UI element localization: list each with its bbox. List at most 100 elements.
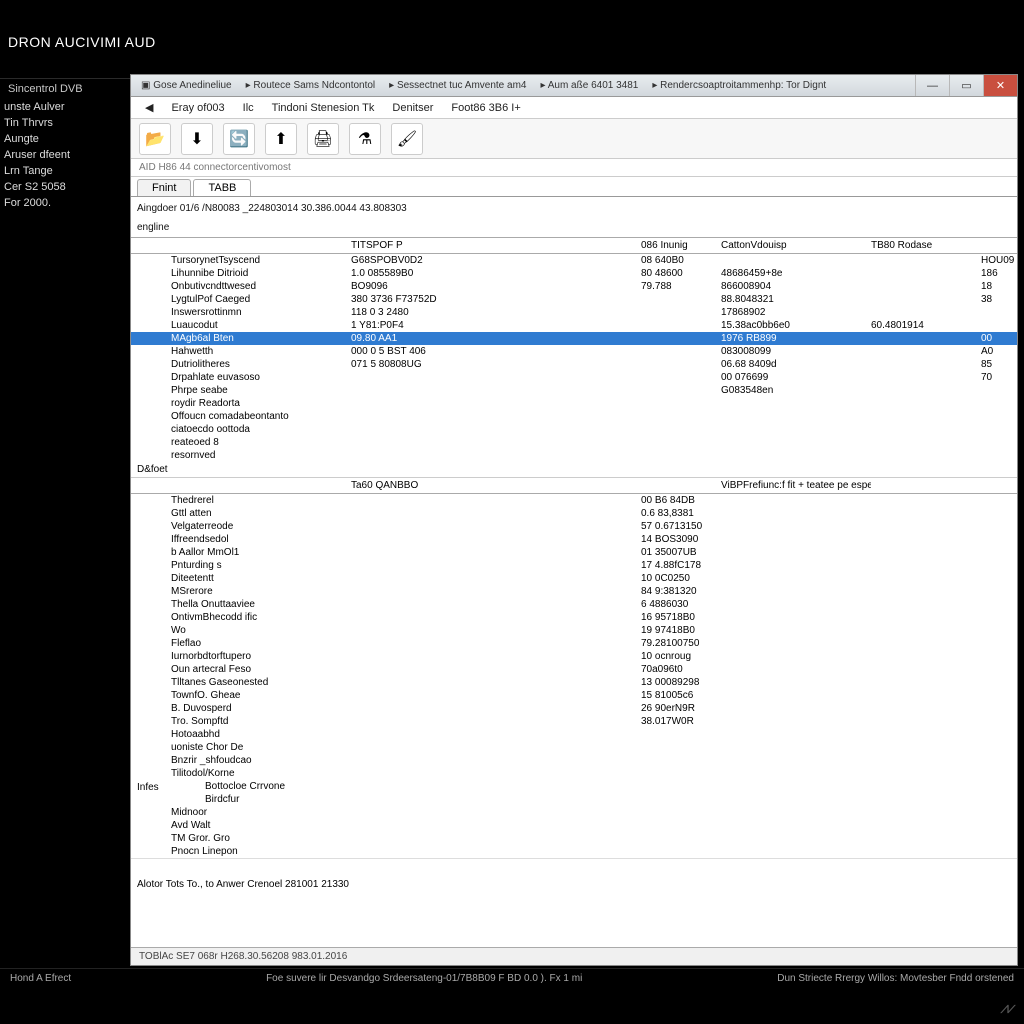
table-row[interactable]: Inswersrottinmn118 0 3 248017868902FERAL… — [131, 306, 1017, 319]
cell — [351, 650, 641, 663]
convert-icon[interactable]: 🔄 — [223, 123, 255, 155]
table-row[interactable]: OnbutivcndttwesedBO909679.78886600890418 — [131, 280, 1017, 293]
sidebar-item[interactable]: Tin Thrvrs — [0, 115, 130, 131]
cell — [351, 754, 641, 767]
sidebar-item[interactable]: Lrn Tange — [0, 163, 130, 179]
cell — [871, 637, 981, 650]
table-row[interactable]: Fleflao79.28100750 — [131, 637, 1017, 650]
menu-item[interactable]: Eray of003 — [163, 100, 232, 116]
back-icon[interactable]: ◀ — [137, 99, 161, 116]
sidebar-item[interactable]: Cer S2 5058 — [0, 179, 130, 195]
menubar: ◀Eray of003IlcTindoni Stenesion TkDenits… — [131, 97, 1017, 119]
column-header[interactable]: 086 Inunig — [641, 240, 721, 251]
table-row[interactable]: MAgb6al Bten09.80 AA11976 RB89900 — [131, 332, 1017, 345]
breadcrumb[interactable]: ▸ Sessectnet tuc Amvente am4 — [385, 80, 530, 91]
table-row[interactable]: Hahwetth000 0 5 BST 406083008099A0045 S8… — [131, 345, 1017, 358]
table-row[interactable]: Birdcfur — [165, 793, 1017, 806]
table-row[interactable]: Velgaterreode57 0.6713150 — [131, 520, 1017, 533]
cell — [871, 559, 981, 572]
breadcrumb[interactable]: ▸ Routece Sams Ndcontontol — [242, 80, 380, 91]
table-row[interactable]: B. Duvosperd26 90erN9R — [131, 702, 1017, 715]
table-row[interactable]: Tro. Sompftd38.017W0R — [131, 715, 1017, 728]
table-row[interactable]: Lihunnibe Ditrioid1.0 085589B080 4860048… — [131, 267, 1017, 280]
cell — [721, 507, 871, 520]
table-row[interactable]: ciatoecdo oottoda — [131, 423, 1017, 436]
tab-tabb[interactable]: TABB — [193, 179, 251, 196]
minimize-button[interactable]: — — [915, 75, 949, 96]
table-row[interactable]: Oun artecral Feso70a096t0 — [131, 663, 1017, 676]
table-row[interactable]: Hotoaabhd — [131, 728, 1017, 741]
cell — [981, 663, 1017, 676]
cell: MSrerore — [171, 585, 351, 598]
table-row[interactable]: Luaucodut1 Y81:P0F415.38ac0bb6e060.48019… — [131, 319, 1017, 332]
table-row[interactable]: TownfO. Gheae15 81005c6 — [131, 689, 1017, 702]
open-icon[interactable]: 📂 — [139, 123, 171, 155]
cell — [981, 585, 1017, 598]
table-row[interactable]: reateoed 8 — [131, 436, 1017, 449]
taskbar: Hond A Efrect Foe suvere lir Desvandgo S… — [0, 968, 1024, 988]
table-row[interactable]: Dutriolitheres071 5 80808UG06.68 8409d85 — [131, 358, 1017, 371]
import-icon[interactable]: ⬇ — [181, 123, 213, 155]
column-header[interactable]: TITSPOF P — [351, 240, 641, 251]
cell — [351, 572, 641, 585]
table-row[interactable]: Gttl atten0.6 83,838139(2029 erst11ifcli — [131, 507, 1017, 520]
column-header[interactable] — [171, 240, 351, 251]
table-row[interactable]: Tilitodol/Korne — [131, 767, 1017, 780]
table-row[interactable]: Tlltanes Gaseonested13 00089298 — [131, 676, 1017, 689]
table-row[interactable]: Wo19 97418B0 — [131, 624, 1017, 637]
table-row[interactable]: MSrerore84 9:381320 — [131, 585, 1017, 598]
table-row[interactable]: uoniste Chor De — [131, 741, 1017, 754]
cell — [641, 332, 721, 345]
table-row[interactable]: Avd Walt — [131, 819, 1017, 832]
table-row[interactable]: Pnocn Linepon — [131, 845, 1017, 858]
column-header[interactable]: TB80 Rodase — [871, 240, 981, 251]
tab-fnint[interactable]: Fnint — [137, 179, 191, 196]
sidebar-item[interactable]: Aruser dfeent — [0, 147, 130, 163]
brush-icon[interactable]: 🖌 — [391, 123, 423, 155]
menu-item[interactable]: Tindoni Stenesion Tk — [264, 100, 383, 116]
breadcrumb[interactable]: ▣ Gose Anedineliue — [137, 80, 236, 91]
table-row[interactable]: Diteetentt10 0C0250 — [131, 572, 1017, 585]
table-row[interactable]: resornved — [131, 449, 1017, 462]
table-row[interactable]: Thedrerel00 B6 84DB150 0W9 48 656c — [131, 494, 1017, 507]
print-icon[interactable]: 🖨 — [307, 123, 339, 155]
table-row[interactable]: TursorynetTsyscendG68SPOBV0D208 640B0HOU… — [131, 254, 1017, 267]
column-header[interactable]: CattonVdouisp — [721, 240, 871, 251]
sidebar-item[interactable]: Aungte — [0, 131, 130, 147]
table-row[interactable]: Iffreendsedol14 BOS3090 — [131, 533, 1017, 546]
cell — [675, 780, 755, 793]
table-row[interactable]: roydir Readorta — [131, 397, 1017, 410]
table-row[interactable]: Midnoor — [131, 806, 1017, 819]
table-row[interactable]: Iurnorbdtorftupero10 ocnroug — [131, 650, 1017, 663]
table-row[interactable]: Thella Onuttaaviee6 4886030 — [131, 598, 1017, 611]
table-row[interactable]: Bnzrir _shfoudcao — [131, 754, 1017, 767]
table-row[interactable]: OntivmBhecodd ific16 95718B0 — [131, 611, 1017, 624]
column-header[interactable] — [981, 240, 1017, 251]
table-row[interactable]: Offoucn comadabeontanto — [131, 410, 1017, 423]
breadcrumb[interactable]: ▸ Aum aße 6401 3481 — [536, 80, 642, 91]
table-row[interactable]: LygtulPof Caeged380 3736 F73752D88.80483… — [131, 293, 1017, 306]
menu-item[interactable]: Denitser — [384, 100, 441, 116]
maximize-button[interactable]: ▭ — [949, 75, 983, 96]
cell — [351, 819, 641, 832]
sidebar-head: Sincentrol DVB — [0, 78, 130, 99]
sidebar-item[interactable]: For 2000. — [0, 195, 130, 211]
cell: 09.80 AA1 — [351, 332, 641, 345]
table-row[interactable]: Drpahlate euvasoso00 07669970 — [131, 371, 1017, 384]
close-button[interactable]: ✕ — [983, 75, 1017, 96]
breadcrumb[interactable]: ▸ Rendercsoaptroitammenhp: Tor Dignt — [648, 80, 830, 91]
table-row[interactable]: Pnturding s17 4.88fC178 — [131, 559, 1017, 572]
menu-item[interactable]: Foot86 3B6 I+ — [443, 100, 528, 116]
table-row[interactable]: Bottocloe Crrvone — [165, 780, 1017, 793]
export-icon[interactable]: ⬆ — [265, 123, 297, 155]
menu-item[interactable]: Ilc — [235, 100, 262, 116]
sidebar-item[interactable]: unste Aulver — [0, 99, 130, 115]
funnel-icon[interactable]: ⚗ — [349, 123, 381, 155]
cell — [721, 520, 871, 533]
table-row[interactable]: b Aallor MmOl101 35007UB — [131, 546, 1017, 559]
table-row[interactable]: Phrpe seabeG083548en — [131, 384, 1017, 397]
cell — [871, 806, 981, 819]
table-row[interactable]: TM Gror. Gro — [131, 832, 1017, 845]
cell: Luaucodut — [171, 319, 351, 332]
cell: Velgaterreode — [171, 520, 351, 533]
